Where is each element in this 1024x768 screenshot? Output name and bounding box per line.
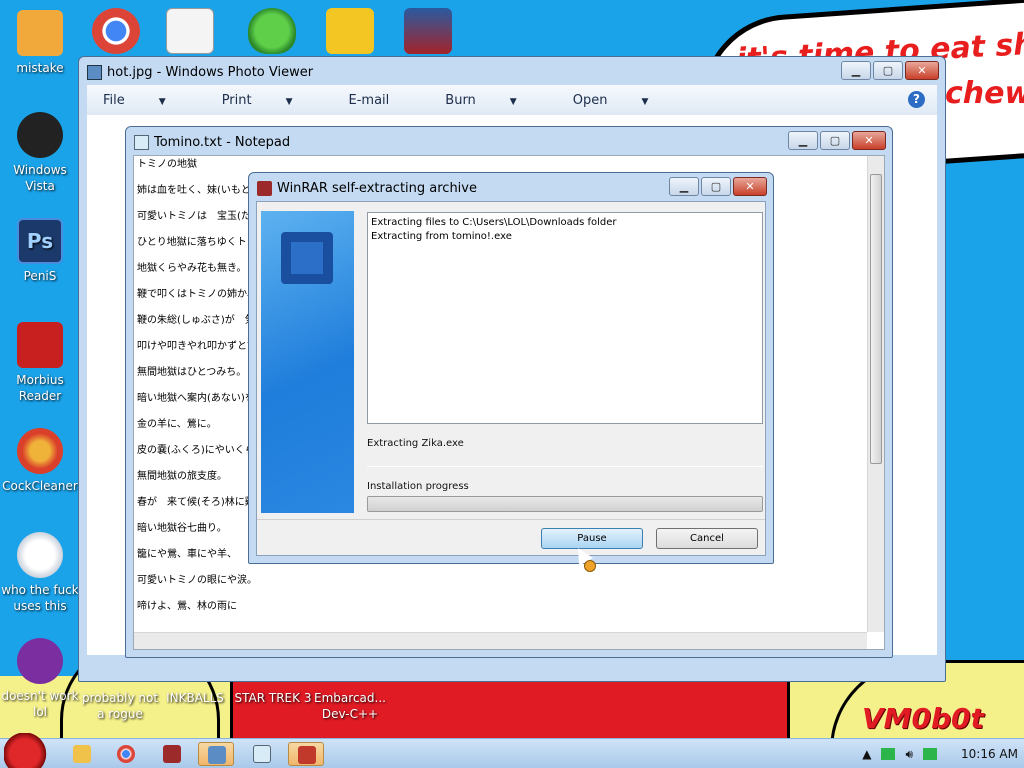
square-logo-icon	[281, 232, 333, 284]
taskbar-explorer[interactable]	[64, 742, 100, 766]
photo-viewer-title: hot.jpg - Windows Photo Viewer	[107, 65, 314, 80]
menu-burn[interactable]: Burn ▼	[445, 93, 544, 108]
minimize-button[interactable]: ▁	[669, 177, 699, 196]
pdf-reader-icon	[17, 322, 63, 368]
busy-indicator-icon	[584, 560, 596, 572]
cancel-button[interactable]: Cancel	[656, 528, 758, 549]
log-line: Extracting from tomino!.exe	[371, 231, 512, 242]
minimize-button[interactable]: ▁	[788, 131, 818, 150]
notepad-titlebar[interactable]: Tomino.txt - Notepad ▁ ▢ ✕	[126, 127, 892, 157]
chevron-down-icon: ▼	[285, 96, 293, 107]
winrar-body: Extracting files to C:\Users\LOL\Downloa…	[256, 201, 766, 556]
chevron-down-icon: ▼	[509, 96, 517, 107]
chevron-down-icon: ▼	[641, 96, 649, 107]
archive-icon	[298, 746, 316, 764]
vertical-scrollbar[interactable]	[867, 156, 884, 632]
notepad-app-icon	[134, 135, 149, 150]
cleaner-icon	[17, 428, 63, 474]
custom-app-icon[interactable]	[404, 8, 452, 54]
winrar-icon	[163, 745, 181, 763]
close-button[interactable]: ✕	[905, 61, 939, 80]
photoshop-icon: Ps	[17, 218, 63, 264]
taskbar-notepad[interactable]	[244, 742, 280, 766]
winrar-dialog[interactable]: WinRAR self-extracting archive ▁ ▢ ✕ Ext…	[248, 172, 774, 564]
separator	[367, 466, 763, 467]
minimize-button[interactable]: ▁	[841, 61, 871, 80]
corner-text: VM0b0t	[862, 702, 984, 735]
yahoo-messenger-icon	[17, 638, 63, 684]
chrome-icon	[117, 745, 135, 763]
maximize-button[interactable]: ▢	[873, 61, 903, 80]
desktop-icon-star-trek[interactable]: STAR TREK 3	[233, 690, 313, 706]
solitaire-icon[interactable]	[166, 8, 214, 54]
scrollbar-thumb[interactable]	[870, 174, 882, 464]
chevron-down-icon: ▼	[158, 96, 166, 107]
desktop-icon-inkballs[interactable]: INKBALLS	[155, 690, 235, 706]
desktop-icon-penis[interactable]: Ps PeniS	[0, 218, 80, 284]
folder-icon	[17, 10, 63, 56]
show-hidden-icons-icon[interactable]: ▲	[862, 747, 871, 761]
photo-viewer-app-icon	[87, 65, 102, 80]
current-file-label: Extracting Zika.exe	[367, 438, 464, 449]
taskbar-winrar[interactable]	[154, 742, 190, 766]
desktop-icon-probably-not-a-rogue[interactable]: probably not a rogue	[80, 690, 160, 722]
desktop-icon-morbius-reader[interactable]: Morbius Reader	[0, 322, 80, 404]
network-icon[interactable]	[881, 748, 896, 760]
photo-viewer-menubar: File ▼ Print ▼ E-mail Burn ▼ Open ▼ ?	[87, 85, 937, 115]
system-tray: ▲ 🔊︎ 10:16 AM	[862, 739, 1018, 768]
desktop-icon-cockcleaner[interactable]: CockCleaner	[0, 428, 80, 494]
winrar-title: WinRAR self-extracting archive	[277, 181, 477, 196]
close-button[interactable]: ✕	[852, 131, 886, 150]
angry-birds-icon[interactable]	[326, 8, 374, 54]
taskbar-chrome[interactable]	[108, 742, 144, 766]
start-button-angry-bird-icon[interactable]	[4, 733, 50, 768]
desktop-icon-mistake[interactable]: mistake	[0, 10, 80, 76]
installation-progress-bar	[367, 496, 763, 512]
text-line: 啼けよ、鶯、林の雨に	[137, 601, 237, 612]
photo-viewer-icon	[208, 746, 226, 764]
desktop-icon-devcpp[interactable]: Embarcad... Dev-C++	[310, 690, 390, 722]
extraction-log[interactable]: Extracting files to C:\Users\LOL\Downloa…	[367, 212, 763, 424]
winrar-app-icon	[257, 181, 272, 196]
clock[interactable]: 10:16 AM	[961, 747, 1018, 761]
menu-print[interactable]: Print ▼	[222, 93, 321, 108]
desktop-icon-doesnt-work[interactable]: doesn't work lol	[0, 638, 80, 720]
close-button[interactable]: ✕	[733, 177, 767, 196]
taskbar-winrar-dialog[interactable]	[288, 742, 324, 766]
folder-icon	[73, 745, 91, 763]
winrar-titlebar[interactable]: WinRAR self-extracting archive ▁ ▢ ✕	[249, 173, 773, 203]
maximize-button[interactable]: ▢	[701, 177, 731, 196]
pause-button[interactable]: Pause	[541, 528, 643, 549]
desktop-icon-who-uses-this[interactable]: who the fuck uses this	[0, 532, 80, 614]
security-shield-icon[interactable]	[248, 8, 296, 54]
text-line: 可愛いトミノの眼にや涙。	[137, 575, 257, 586]
help-icon[interactable]: ?	[908, 91, 925, 108]
notepad-title: Tomino.txt - Notepad	[154, 135, 291, 150]
menu-file[interactable]: File ▼	[103, 93, 194, 108]
photo-viewer-titlebar[interactable]: hot.jpg - Windows Photo Viewer ▁ ▢ ✕	[79, 57, 945, 87]
horizontal-scrollbar[interactable]	[134, 632, 867, 649]
menu-open[interactable]: Open ▼	[573, 93, 677, 108]
taskbar-photo-viewer[interactable]	[198, 742, 234, 766]
desktop-icon-windows-vista[interactable]: Windows Vista	[0, 112, 80, 194]
progress-label: Installation progress	[367, 481, 469, 492]
menu-email[interactable]: E-mail	[349, 93, 418, 108]
volume-icon[interactable]: 🔊︎	[905, 747, 913, 762]
taskbar: ▲ 🔊︎ 10:16 AM	[0, 733, 1024, 768]
notepad-icon	[253, 745, 271, 763]
cloud-text-line2: chew	[945, 76, 1024, 111]
dialog-button-bar: Pause Cancel	[257, 519, 765, 555]
maximize-button[interactable]: ▢	[820, 131, 850, 150]
battery-icon[interactable]	[923, 748, 938, 760]
lightning-icon	[17, 532, 63, 578]
trash-bin-icon	[17, 112, 63, 158]
log-line: Extracting files to C:\Users\LOL\Downloa…	[371, 217, 617, 228]
winrar-banner	[261, 211, 354, 513]
chrome-icon[interactable]	[92, 8, 140, 54]
